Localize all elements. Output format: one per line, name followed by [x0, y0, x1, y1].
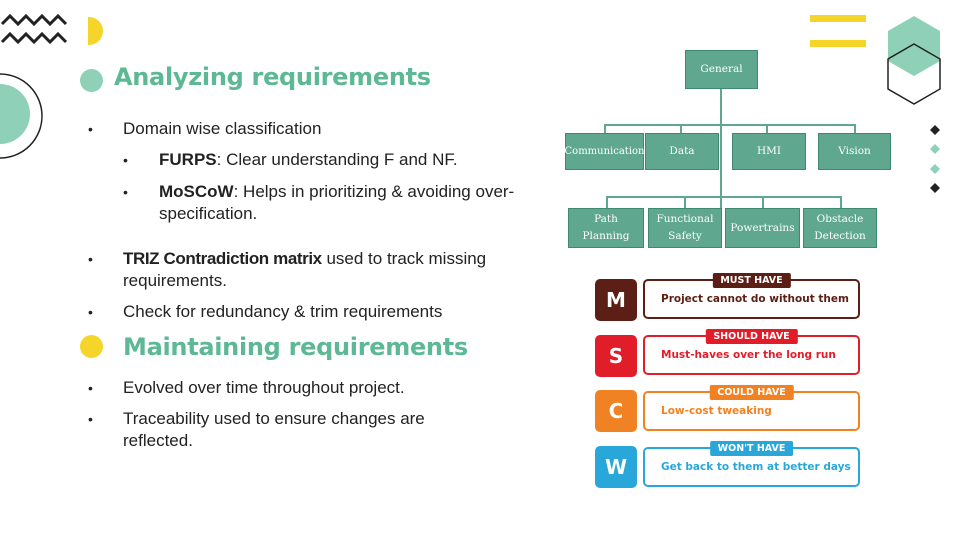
- moscow-letter-w: W: [595, 446, 637, 488]
- bullet-redundancy: Check for redundancy & trim requirements: [123, 302, 443, 321]
- mint-semicircle-decoration: [0, 73, 43, 159]
- org-node-functional-safety: Functional Safety: [648, 208, 722, 248]
- bullet-furps: FURPS: Clear understanding F and NF.: [159, 149, 458, 171]
- moscow-desc-should: Must-haves over the long run: [661, 349, 836, 361]
- bullet-dot: •: [123, 184, 128, 200]
- bullet-dot: •: [88, 251, 93, 267]
- triz-label: TRIZ Contradiction matrix: [123, 249, 322, 268]
- bullet-evolved: Evolved over time throughout project.: [123, 378, 405, 397]
- moscow-text: : Helps in prioritizing & avoiding over-: [233, 182, 515, 201]
- org-node-vision: Vision: [818, 133, 891, 170]
- yellow-half-circle: [88, 17, 103, 45]
- moscow-tag-could: COULD HAVE: [709, 385, 794, 400]
- diamond-decorations: [930, 125, 940, 193]
- moscow-box-could: COULD HAVE Low-cost tweaking: [643, 385, 860, 431]
- moscow-label: MoSCoW: [159, 182, 234, 201]
- bullet-traceability: Traceability used to ensure changes are: [123, 409, 425, 428]
- moscow-desc-wont: Get back to them at better days: [661, 461, 851, 473]
- moscow-letter-s: S: [595, 335, 637, 377]
- yellow-stripe-bottom: [810, 40, 866, 47]
- heading-circle-icon: [80, 69, 103, 92]
- org-node-obstacle-detection: Obstacle Detection: [803, 208, 877, 248]
- org-node-path-planning: Path Planning: [568, 208, 644, 248]
- bullet-moscow-cont: specification.: [159, 204, 258, 223]
- org-node-data: Data: [645, 133, 719, 170]
- heading-maintaining: Maintaining requirements: [123, 333, 468, 361]
- moscow-tag-wont: WON'T HAVE: [709, 441, 794, 456]
- moscow-letter-c: C: [595, 390, 637, 432]
- moscow-box-wont: WON'T HAVE Get back to them at better da…: [643, 441, 860, 487]
- org-node-hmi: HMI: [732, 133, 806, 170]
- bullet-domain: Domain wise classification: [123, 119, 322, 138]
- bullet-triz-cont: requirements.: [123, 271, 227, 290]
- bullet-moscow: MoSCoW: Helps in prioritizing & avoiding…: [159, 181, 514, 203]
- bullet-dot: •: [88, 304, 93, 320]
- moscow-desc-must: Project cannot do without them: [661, 293, 849, 305]
- bullet-dot: •: [123, 152, 128, 168]
- bullet-dot: •: [88, 380, 93, 396]
- org-node-powertrains: Powertrains: [725, 208, 800, 248]
- yellow-stripe-top: [810, 15, 866, 22]
- heading-analyzing: Analyzing requirements: [114, 63, 431, 91]
- heading-circle-icon: [80, 335, 103, 358]
- hexagon-decoration: [887, 16, 941, 105]
- bullet-triz: TRIZ Contradiction matrix used to track …: [123, 248, 486, 270]
- zigzag-decoration: [0, 13, 68, 45]
- moscow-tag-should: SHOULD HAVE: [705, 329, 798, 344]
- moscow-box-must: MUST HAVE Project cannot do without them: [643, 273, 860, 319]
- bullet-dot: •: [88, 411, 93, 427]
- moscow-desc-could: Low-cost tweaking: [661, 405, 772, 417]
- moscow-letter-m: M: [595, 279, 637, 321]
- bullet-traceability-cont: reflected.: [123, 431, 193, 450]
- furps-label: FURPS: [159, 150, 217, 169]
- triz-text: used to track missing: [321, 249, 487, 268]
- org-node-general: General: [685, 50, 758, 89]
- org-node-communication: Communication: [565, 133, 644, 170]
- moscow-box-should: SHOULD HAVE Must-haves over the long run: [643, 329, 860, 375]
- moscow-tag-must: MUST HAVE: [712, 273, 791, 288]
- furps-text: : Clear understanding F and NF.: [216, 150, 458, 169]
- bullet-dot: •: [88, 121, 93, 137]
